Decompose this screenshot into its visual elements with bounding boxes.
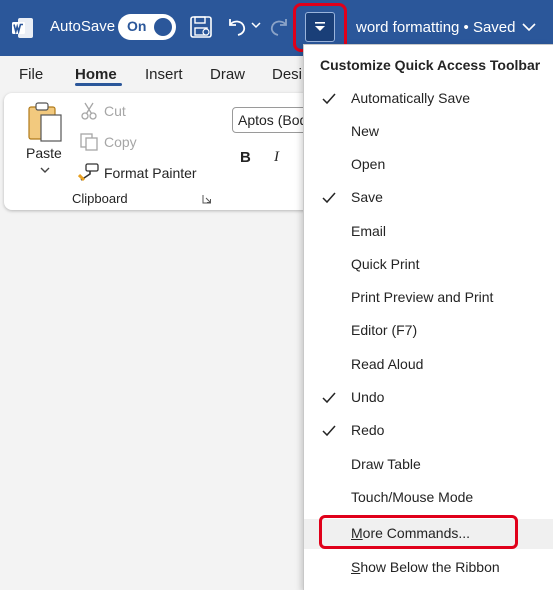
access-key-s: S bbox=[351, 559, 361, 575]
dialog-launcher-icon[interactable] bbox=[202, 194, 212, 204]
ribbon-body: Paste Cut Copy Format Painter Clipboard … bbox=[4, 93, 324, 210]
format-painter-button[interactable]: Format Painter bbox=[104, 165, 197, 181]
scissors-icon bbox=[81, 102, 97, 120]
autosave-toggle-state: On bbox=[127, 18, 147, 34]
show-below-rest: how Below the Ribbon bbox=[360, 559, 500, 575]
check-icon bbox=[322, 192, 336, 204]
tab-draw[interactable]: Draw bbox=[210, 66, 245, 83]
undo-chevron-down-icon[interactable] bbox=[250, 19, 262, 31]
menu-item-label: Redo bbox=[351, 422, 385, 438]
menu-item-label: Undo bbox=[351, 389, 385, 405]
menu-item-automatically-save[interactable]: Automatically Save bbox=[304, 84, 553, 114]
tab-insert[interactable]: Insert bbox=[145, 66, 183, 83]
italic-button[interactable]: I bbox=[274, 149, 279, 166]
menu-item-show-below-ribbon[interactable]: Show Below the Ribbon bbox=[304, 553, 553, 583]
customize-qat-menu: Customize Quick Access Toolbar Automatic… bbox=[303, 44, 553, 590]
menu-item-touch-mouse-mode[interactable]: Touch/Mouse Mode bbox=[304, 483, 553, 513]
document-title[interactable]: word formatting • Saved bbox=[356, 19, 516, 36]
redo-icon[interactable] bbox=[268, 15, 290, 37]
menu-item-label: Editor (F7) bbox=[351, 322, 418, 338]
menu-item-redo[interactable]: Redo bbox=[304, 416, 553, 446]
tab-home[interactable]: Home bbox=[75, 66, 117, 83]
menu-item-label: New bbox=[351, 123, 380, 139]
menu-item-quick-print[interactable]: Quick Print bbox=[304, 250, 553, 280]
menu-header: Customize Quick Access Toolbar bbox=[320, 57, 541, 73]
menu-item-new[interactable]: New bbox=[304, 117, 553, 147]
menu-item-print-preview[interactable]: Print Preview and Print bbox=[304, 283, 553, 313]
paste-button[interactable]: Paste bbox=[26, 145, 62, 161]
save-icon[interactable] bbox=[189, 15, 213, 39]
menu-item-draw-table[interactable]: Draw Table bbox=[304, 450, 553, 480]
menu-item-label: Open bbox=[351, 156, 386, 172]
format-painter-icon bbox=[78, 163, 99, 181]
check-icon bbox=[322, 425, 336, 437]
autosave-label: AutoSave bbox=[50, 18, 116, 35]
menu-item-label: Print Preview and Print bbox=[351, 289, 494, 305]
menu-item-label: Quick Print bbox=[351, 256, 420, 272]
menu-item-label: Draw Table bbox=[351, 456, 421, 472]
undo-icon[interactable] bbox=[226, 15, 248, 37]
copy-icon bbox=[80, 133, 98, 151]
chevron-down-icon[interactable] bbox=[522, 22, 536, 32]
menu-item-editor[interactable]: Editor (F7) bbox=[304, 316, 553, 346]
autosave-toggle[interactable]: On bbox=[118, 14, 176, 40]
paste-icon[interactable] bbox=[26, 101, 66, 143]
word-logo-icon[interactable] bbox=[12, 17, 34, 39]
bold-button[interactable]: B bbox=[240, 149, 251, 166]
menu-item-label: Email bbox=[351, 223, 387, 239]
menu-item-label: Touch/Mouse Mode bbox=[351, 489, 474, 505]
menu-item-email[interactable]: Email bbox=[304, 217, 553, 247]
check-icon bbox=[322, 93, 336, 105]
menu-item-label: Show Below the Ribbon bbox=[351, 559, 500, 575]
toggle-knob bbox=[154, 18, 172, 36]
cut-button[interactable]: Cut bbox=[104, 103, 126, 119]
menu-item-save[interactable]: Save bbox=[304, 183, 553, 213]
tab-design[interactable]: Desi bbox=[272, 66, 302, 83]
menu-item-undo[interactable]: Undo bbox=[304, 383, 553, 413]
more-commands-highlight-box bbox=[319, 515, 518, 549]
menu-item-read-aloud[interactable]: Read Aloud bbox=[304, 350, 553, 380]
menu-item-label: Save bbox=[351, 189, 383, 205]
check-icon bbox=[322, 392, 336, 404]
menu-item-label: Automatically Save bbox=[351, 90, 471, 106]
active-tab-indicator bbox=[75, 83, 122, 86]
clipboard-group-label: Clipboard bbox=[72, 191, 128, 206]
tab-file[interactable]: File bbox=[19, 66, 43, 83]
paste-chevron-down-icon[interactable] bbox=[40, 166, 50, 174]
menu-item-label: Read Aloud bbox=[351, 356, 424, 372]
menu-item-open[interactable]: Open bbox=[304, 150, 553, 180]
copy-button[interactable]: Copy bbox=[104, 134, 137, 150]
